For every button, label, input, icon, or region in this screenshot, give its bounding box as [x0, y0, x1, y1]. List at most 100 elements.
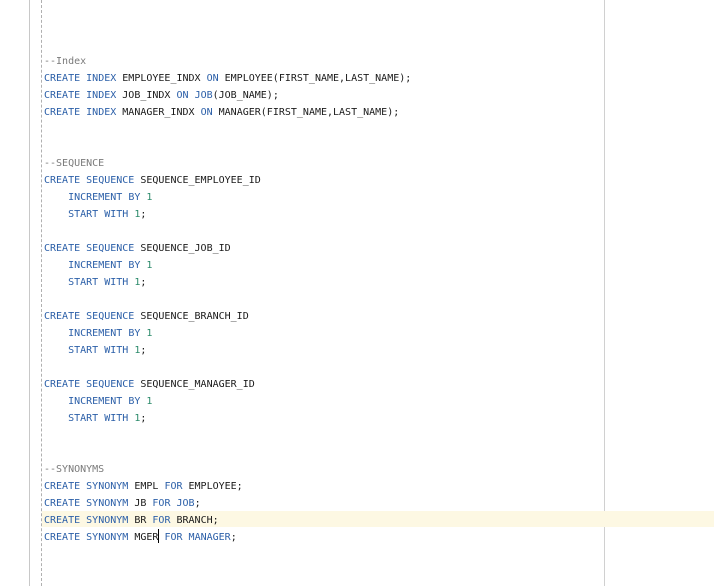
code-line[interactable]: START WITH 1;: [44, 274, 411, 291]
sql-keyword: SYNONYM: [86, 532, 129, 543]
sql-keyword: JOB: [194, 90, 213, 101]
sql-keyword: BY: [128, 192, 141, 203]
code-line[interactable]: INCREMENT BY 1: [44, 257, 411, 274]
sql-text: SEQUENCE_EMPLOYEE_ID: [134, 175, 261, 186]
code-line[interactable]: INCREMENT BY 1: [44, 325, 411, 342]
code-line[interactable]: CREATE SYNONYM MGER FOR MANAGER;: [44, 529, 411, 546]
sql-keyword: SYNONYM: [86, 481, 129, 492]
code-line[interactable]: CREATE SEQUENCE SEQUENCE_JOB_ID: [44, 240, 411, 257]
code-line[interactable]: CREATE INDEX EMPLOYEE_INDX ON EMPLOYEE(F…: [44, 70, 411, 87]
sql-keyword: INCREMENT: [68, 396, 123, 407]
code-line[interactable]: CREATE SYNONYM BR FOR BRANCH;: [44, 512, 411, 529]
code-line[interactable]: INCREMENT BY 1: [44, 189, 411, 206]
sql-keyword: ON: [206, 73, 219, 84]
sql-keyword: INCREMENT: [68, 260, 123, 271]
sql-text: SEQUENCE_BRANCH_ID: [134, 311, 249, 322]
sql-keyword: FOR: [164, 481, 183, 492]
sql-text: EMPLOYEE(FIRST_NAME,LAST_NAME);: [218, 73, 412, 84]
code-line[interactable]: CREATE INDEX JOB_INDX ON JOB(JOB_NAME);: [44, 87, 411, 104]
code-line[interactable]: [44, 444, 411, 461]
code-line[interactable]: --SEQUENCE: [44, 155, 411, 172]
sql-keyword: START: [68, 345, 99, 356]
sql-number: 1: [146, 260, 153, 271]
sql-keyword: WITH: [104, 209, 129, 220]
sql-text: JOB_INDX: [116, 90, 177, 101]
sql-text: ;: [194, 498, 201, 509]
sql-keyword: CREATE: [44, 73, 81, 84]
code-line[interactable]: START WITH 1;: [44, 342, 411, 359]
code-line[interactable]: [44, 359, 411, 376]
code-line[interactable]: CREATE INDEX MANAGER_INDX ON MANAGER(FIR…: [44, 104, 411, 121]
sql-keyword: CREATE: [44, 498, 81, 509]
sql-keyword: CREATE: [44, 481, 81, 492]
sql-text: ;: [230, 532, 237, 543]
sql-keyword: CREATE: [44, 243, 81, 254]
sql-text: SEQUENCE_JOB_ID: [134, 243, 231, 254]
sql-keyword: BY: [128, 260, 141, 271]
code-line[interactable]: START WITH 1;: [44, 206, 411, 223]
code-line[interactable]: [44, 121, 411, 138]
gutter-divider: [29, 0, 30, 586]
code-line[interactable]: [44, 427, 411, 444]
sql-text: JB: [128, 498, 153, 509]
sql-keyword: INCREMENT: [68, 192, 123, 203]
sql-text: SEQUENCE_MANAGER_ID: [134, 379, 255, 390]
code-line[interactable]: CREATE SEQUENCE SEQUENCE_EMPLOYEE_ID: [44, 172, 411, 189]
sql-keyword: INDEX: [86, 90, 117, 101]
sql-keyword: WITH: [104, 345, 129, 356]
sql-keyword: CREATE: [44, 515, 81, 526]
fold-guide-line: [41, 0, 42, 586]
code-line[interactable]: [44, 36, 411, 53]
sql-text: EMPLOYEE;: [182, 481, 243, 492]
sql-keyword: SEQUENCE: [86, 311, 135, 322]
sql-number: 1: [146, 328, 153, 339]
sql-text: ;: [140, 209, 147, 220]
sql-text: BRANCH;: [170, 515, 219, 526]
sql-keyword: INDEX: [86, 107, 117, 118]
sql-keyword: MANAGER: [188, 532, 231, 543]
code-line[interactable]: [44, 138, 411, 155]
sql-keyword: FOR: [164, 532, 183, 543]
sql-comment: --SEQUENCE: [44, 158, 105, 169]
sql-keyword: CREATE: [44, 175, 81, 186]
sql-keyword: WITH: [104, 277, 129, 288]
code-line[interactable]: START WITH 1;: [44, 410, 411, 427]
sql-text: EMPLOYEE_INDX: [116, 73, 207, 84]
sql-keyword: CREATE: [44, 107, 81, 118]
code-line[interactable]: CREATE SEQUENCE SEQUENCE_BRANCH_ID: [44, 308, 411, 325]
sql-keyword: BY: [128, 396, 141, 407]
code-line[interactable]: --SYNONYMS: [44, 461, 411, 478]
sql-keyword: START: [68, 413, 99, 424]
sql-number: 1: [146, 192, 153, 203]
sql-keyword: SEQUENCE: [86, 243, 135, 254]
code-editor[interactable]: --Index CREATE INDEX EMPLOYEE_INDX ON EMP…: [0, 0, 714, 586]
code-line[interactable]: [44, 291, 411, 308]
code-text-area[interactable]: --Index CREATE INDEX EMPLOYEE_INDX ON EMP…: [44, 36, 411, 546]
sql-keyword: FOR: [152, 515, 171, 526]
sql-keyword: CREATE: [44, 532, 81, 543]
sql-keyword: START: [68, 277, 99, 288]
sql-text: ;: [140, 413, 147, 424]
sql-text: MANAGER(FIRST_NAME,LAST_NAME);: [212, 107, 400, 118]
sql-keyword: SEQUENCE: [86, 379, 135, 390]
code-line[interactable]: INCREMENT BY 1: [44, 393, 411, 410]
sql-keyword: SYNONYM: [86, 515, 129, 526]
sql-text: BR: [128, 515, 153, 526]
code-line[interactable]: CREATE SYNONYM EMPL FOR EMPLOYEE;: [44, 478, 411, 495]
code-line[interactable]: --Index: [44, 53, 411, 70]
sql-comment: --Index: [44, 56, 87, 67]
sql-keyword: INCREMENT: [68, 328, 123, 339]
sql-keyword: SEQUENCE: [86, 175, 135, 186]
code-line[interactable]: [44, 223, 411, 240]
sql-keyword: SYNONYM: [86, 498, 129, 509]
code-line[interactable]: CREATE SYNONYM JB FOR JOB;: [44, 495, 411, 512]
sql-keyword: CREATE: [44, 379, 81, 390]
sql-keyword: JOB: [176, 498, 195, 509]
sql-keyword: CREATE: [44, 90, 81, 101]
code-line[interactable]: CREATE SEQUENCE SEQUENCE_MANAGER_ID: [44, 376, 411, 393]
